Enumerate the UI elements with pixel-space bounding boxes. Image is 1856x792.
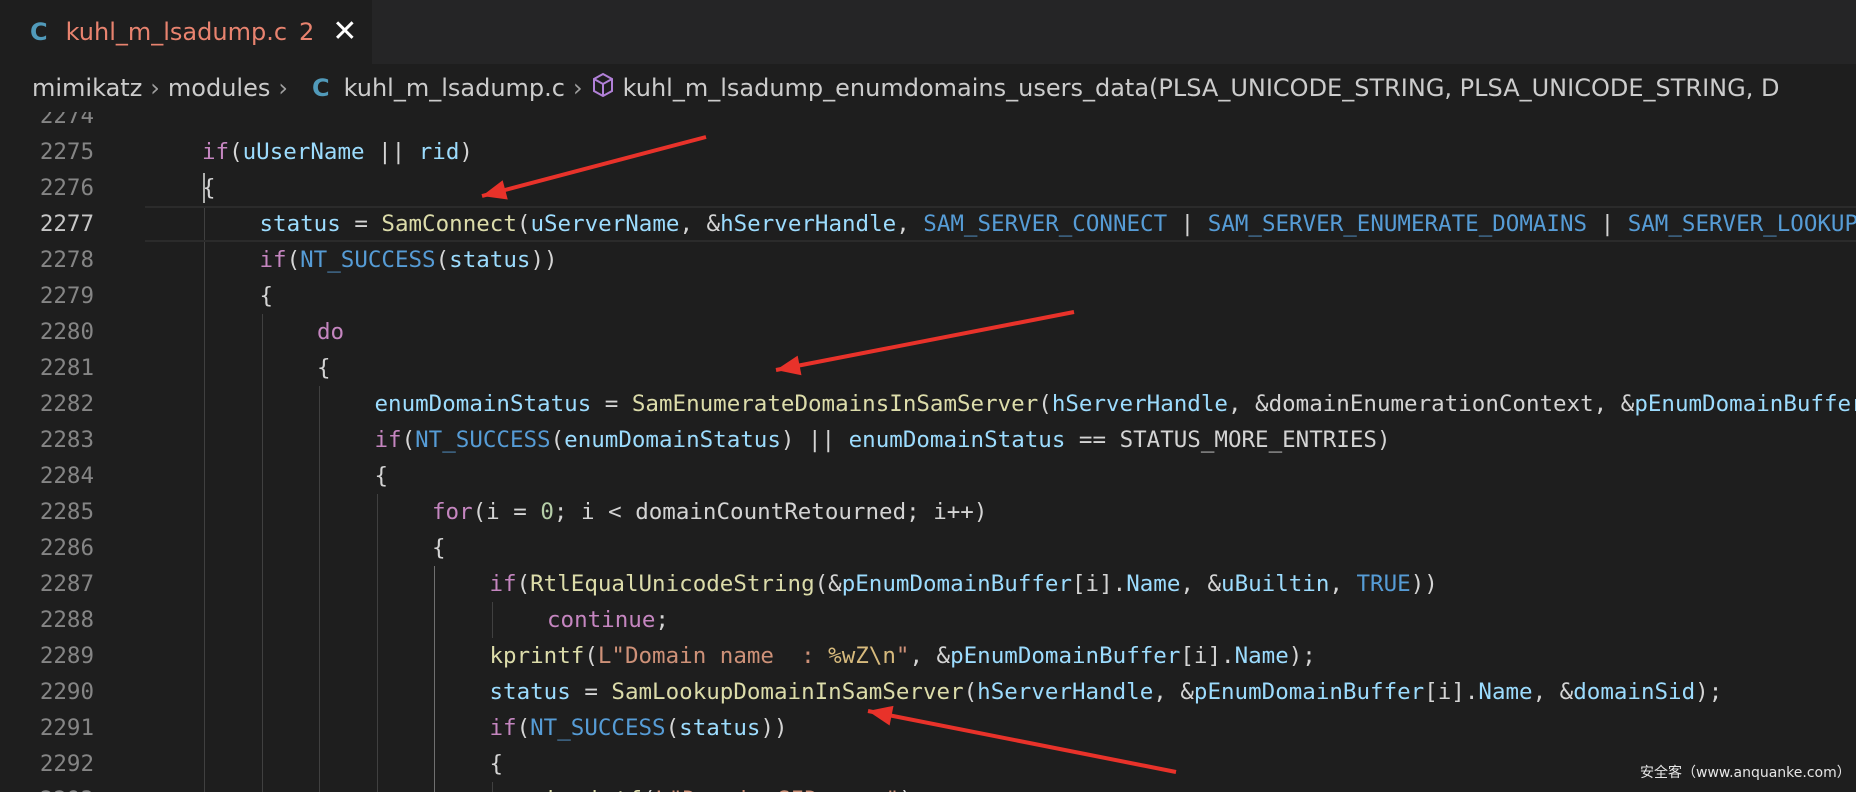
annotation-arrow-head — [868, 705, 894, 726]
annotation-arrow-line — [867, 709, 1177, 774]
annotation-arrow-head — [776, 355, 802, 376]
annotation-arrow-line — [481, 135, 707, 198]
annotation-arrow-line — [775, 310, 1075, 372]
watermark: 安全客（www.anquanke.com） — [1640, 765, 1851, 781]
annotation-arrows — [481, 135, 1177, 774]
